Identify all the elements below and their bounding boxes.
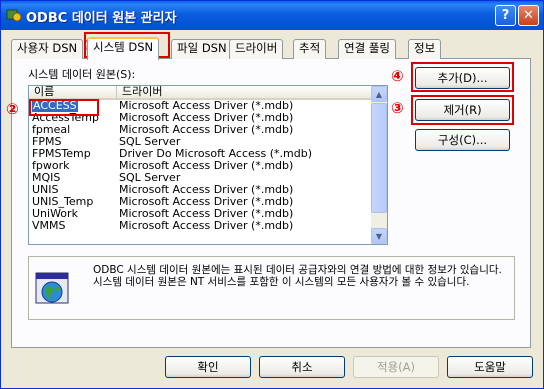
dsn-name-text: fpwork xyxy=(32,160,70,172)
scroll-down-icon[interactable]: ▼ xyxy=(371,228,387,244)
odbc-dialog: ODBC 데이터 원본 관리자 ? ✕ 사용자 DSN 시스템 DSN 파일 D… xyxy=(0,0,544,389)
tab-about[interactable]: 정보 xyxy=(408,39,442,59)
annotation-box-4 xyxy=(411,62,514,92)
vertical-scrollbar[interactable]: ▲ ▼ xyxy=(371,86,387,244)
annotation-number-2: ② xyxy=(6,100,19,118)
tab-user-dsn[interactable]: 사용자 DSN xyxy=(11,39,84,59)
dsn-name-text: FPMS xyxy=(32,136,62,148)
dsn-name: VMMS xyxy=(29,220,117,232)
list-item[interactable]: fpmeal Microsoft Access Driver (*.mdb) xyxy=(29,124,373,136)
list-item[interactable]: fpwork Microsoft Access Driver (*.mdb) xyxy=(29,160,373,172)
window-title: ODBC 데이터 원본 관리자 xyxy=(26,11,177,26)
scroll-up-icon[interactable]: ▲ xyxy=(371,86,387,102)
tab-connection-pooling[interactable]: 연결 풀링 xyxy=(338,39,396,59)
tab-tracing[interactable]: 추적 xyxy=(293,39,327,59)
dsn-name: fpmeal xyxy=(29,124,117,136)
globe-database-icon xyxy=(35,272,69,304)
dsn-name: UNIS_Temp xyxy=(29,196,117,208)
ok-button[interactable]: 확인 xyxy=(165,356,251,378)
tab-bar: 사용자 DSN 시스템 DSN 파일 DSN 드라이버 추적 연결 풀링 정보 xyxy=(11,37,461,60)
configure-button[interactable]: 구성(C)... xyxy=(415,129,510,151)
help-titlebar-button[interactable]: ? xyxy=(495,5,516,26)
tab-file-dsn[interactable]: 파일 DSN xyxy=(171,39,233,59)
dsn-name-text: UNIS xyxy=(32,184,59,196)
dsn-name: UNIS xyxy=(29,184,117,196)
dsn-driver: Microsoft Access Driver (*.mdb) xyxy=(119,219,294,232)
tab-system-dsn[interactable]: 시스템 DSN xyxy=(87,37,160,60)
dsn-name: fpwork xyxy=(29,160,117,172)
info-description: ODBC 시스템 데이터 원본에는 표시된 데이터 공급자와의 연결 방법에 대… xyxy=(93,264,502,288)
list-item[interactable]: VMMS Microsoft Access Driver (*.mdb) xyxy=(29,220,373,232)
dsn-name: UniWork xyxy=(29,208,117,220)
system-dsn-list-label: 시스템 데이터 원본(S): xyxy=(28,68,136,81)
dsn-name-text: UniWork xyxy=(32,208,78,220)
cancel-button[interactable]: 취소 xyxy=(259,356,345,378)
close-icon[interactable]: ✕ xyxy=(518,5,539,26)
dsn-name: FPMSTemp xyxy=(29,148,117,160)
annotation-box-3 xyxy=(411,95,514,125)
dsn-name-text: FPMSTemp xyxy=(32,148,91,160)
annotation-number-3: ③ xyxy=(391,99,404,117)
annotation-number-4: ④ xyxy=(391,67,404,85)
dsn-name-text: MQIS xyxy=(32,172,61,184)
dsn-name: MQIS xyxy=(29,172,117,184)
column-header-driver[interactable]: 드라이버 xyxy=(117,86,373,100)
dsn-name: FPMS xyxy=(29,136,117,148)
scroll-thumb[interactable] xyxy=(371,103,387,213)
dsn-name-text: VMMS xyxy=(32,220,66,232)
annotation-box-2 xyxy=(29,99,99,116)
apply-button[interactable]: 적용(A) xyxy=(353,356,439,378)
list-header: 이름 드라이버 xyxy=(29,86,373,100)
dsn-name-text: fpmeal xyxy=(32,124,71,136)
tab-drivers[interactable]: 드라이버 xyxy=(229,39,284,59)
column-header-name[interactable]: 이름 xyxy=(29,86,117,100)
dsn-name-text: UNIS_Temp xyxy=(32,196,94,208)
list-body: ACCESS Microsoft Access Driver (*.mdb) Acc… xyxy=(29,100,373,232)
title-bar: ODBC 데이터 원본 관리자 ? ✕ xyxy=(1,1,543,30)
help-button[interactable]: 도움말 xyxy=(447,356,533,378)
odbc-app-icon xyxy=(6,9,22,22)
